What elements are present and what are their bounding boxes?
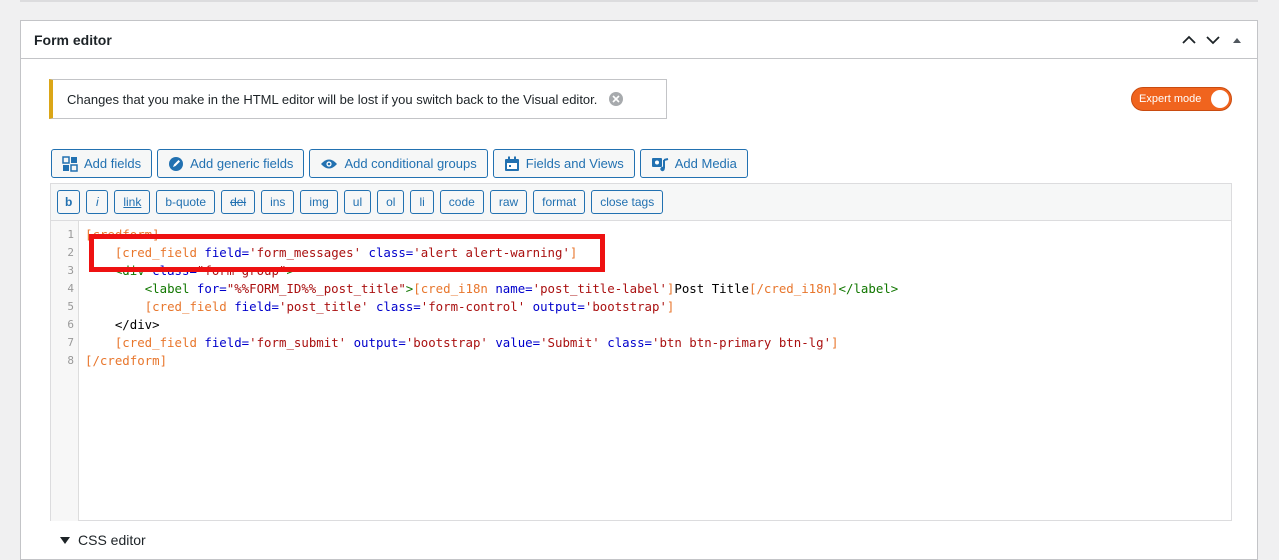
code-token: class=	[599, 335, 652, 350]
code-token: field=	[204, 335, 250, 350]
qt-code-button[interactable]: code	[439, 190, 484, 214]
media-buttons: Add fields Add generic fields Add condit…	[51, 149, 748, 178]
qt-format-button[interactable]: format	[533, 190, 586, 214]
line-number-gutter: 1 2 3 4 5 6 7 8	[51, 221, 79, 521]
code-token: 'bootstrap'	[405, 335, 488, 350]
code-token: for=	[196, 281, 227, 296]
panel-handle-actions	[1177, 28, 1249, 52]
code-token: output=	[525, 299, 585, 314]
qt-close-tags-button[interactable]: close tags	[591, 190, 664, 214]
add-generic-fields-label: Add generic fields	[190, 156, 294, 171]
highlight-annotation-box	[89, 234, 605, 272]
fields-and-views-button[interactable]: Fields and Views	[492, 149, 635, 178]
quicktags-toolbar: b i link b-quote del ins img ul ol li co…	[51, 184, 1231, 221]
qt-bold-button[interactable]: b	[57, 190, 81, 214]
line-number: 8	[67, 354, 74, 367]
code-line-8: [/credform]	[85, 352, 167, 370]
add-generic-fields-button[interactable]: Add generic fields	[157, 149, 305, 178]
add-conditional-groups-button[interactable]: Add conditional groups	[309, 149, 488, 178]
line-number: 1	[67, 228, 74, 241]
add-media-button[interactable]: Add Media	[639, 149, 748, 178]
expert-mode-label: Expert mode	[1139, 93, 1202, 105]
code-token: output=	[346, 335, 406, 350]
css-editor-toggle[interactable]: CSS editor	[60, 532, 146, 548]
qt-ins-button[interactable]: ins	[261, 190, 295, 214]
code-line-4: <label for="%%FORM_ID%%_post_title">[cre…	[85, 280, 899, 298]
qt-img-button[interactable]: img	[300, 190, 338, 214]
code-line-6: </div>	[85, 316, 160, 334]
code-token: [/credform]	[85, 353, 168, 368]
code-token: ]	[831, 335, 839, 350]
code-token: </div>	[114, 317, 160, 332]
top-strip	[20, 0, 1258, 2]
line-number: 6	[67, 318, 74, 331]
qt-blockquote-button[interactable]: b-quote	[156, 190, 216, 214]
code-token: 'bootstrap'	[584, 299, 667, 314]
add-conditional-groups-label: Add conditional groups	[344, 156, 477, 171]
line-number: 3	[67, 264, 74, 277]
code-token: 'btn btn-primary btn-lg'	[652, 335, 832, 350]
add-fields-label: Add fields	[84, 156, 142, 171]
css-editor-label: CSS editor	[78, 532, 146, 548]
pencil-icon	[168, 156, 184, 172]
media-icon	[651, 156, 669, 172]
line-number: 5	[67, 300, 74, 313]
line-number: 4	[67, 282, 74, 295]
code-token: [cred_field	[144, 299, 235, 314]
code-line-5: [cred_field field='post_title' class='fo…	[85, 298, 675, 316]
code-token: [cred_field	[114, 335, 205, 350]
line-number: 2	[67, 246, 74, 259]
code-token: ]	[666, 299, 675, 314]
code-token: 'Submit'	[540, 335, 600, 350]
qt-ol-button[interactable]: ol	[377, 190, 405, 214]
expert-mode-toggle[interactable]: Expert mode	[1131, 87, 1232, 111]
qt-del-button[interactable]: del	[221, 190, 256, 214]
code-token: </label>	[838, 281, 899, 296]
panel-title: Form editor	[34, 31, 112, 48]
qt-raw-button[interactable]: raw	[489, 190, 528, 214]
code-line-7: [cred_field field='form_submit' output='…	[85, 334, 839, 352]
toggle-knob	[1211, 90, 1229, 108]
notice-text: Changes that you make in the HTML editor…	[67, 91, 598, 107]
move-up-icon[interactable]	[1177, 28, 1201, 52]
calendar-icon	[504, 156, 520, 172]
qt-italic-button[interactable]: i	[86, 190, 109, 214]
expand-triangle-icon	[60, 536, 70, 544]
code-token: 'post_title'	[278, 299, 369, 314]
code-token: field=	[234, 299, 279, 314]
dismiss-icon[interactable]	[609, 92, 624, 106]
code-token: name=	[495, 281, 533, 296]
code-token: "%%FORM_ID%%_post_title"	[226, 281, 406, 296]
fields-grid-icon	[62, 155, 78, 172]
add-media-label: Add Media	[674, 156, 737, 171]
add-fields-button[interactable]: Add fields	[51, 149, 153, 178]
code-token: 'form-control'	[420, 299, 526, 314]
code-token: 'post_title-label'	[532, 281, 667, 296]
qt-li-button[interactable]: li	[410, 190, 434, 214]
code-token: [/cred_i18n]	[749, 281, 839, 296]
move-down-icon[interactable]	[1201, 28, 1225, 52]
form-editor-panel: Form editor Changes that you make in the…	[20, 20, 1258, 560]
line-number: 7	[67, 336, 74, 349]
code-token: <label	[144, 281, 197, 296]
panel-header: Form editor	[21, 21, 1257, 59]
qt-ul-button[interactable]: ul	[343, 190, 372, 214]
eye-icon	[320, 158, 338, 170]
code-token: value=	[487, 335, 541, 350]
collapse-toggle-icon[interactable]	[1225, 28, 1249, 52]
fields-and-views-label: Fields and Views	[525, 156, 624, 171]
code-token: 'form_submit'	[249, 335, 347, 350]
qt-link-button[interactable]: link	[114, 190, 151, 214]
code-token: [cred_i18n	[413, 281, 496, 296]
code-token: Post Title	[674, 281, 749, 296]
code-token: class=	[368, 299, 421, 314]
warning-notice: Changes that you make in the HTML editor…	[49, 79, 667, 119]
